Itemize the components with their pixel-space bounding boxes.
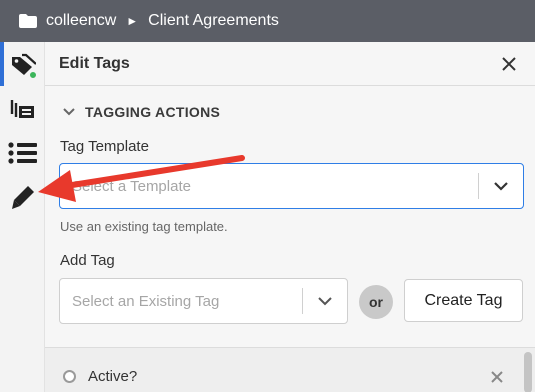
breadcrumb-bar: colleencw ► Client Agreements <box>0 0 535 42</box>
radio-button[interactable] <box>63 370 76 383</box>
edit-tags-panel: Edit Tags TAGGING ACTIONS <box>45 42 535 392</box>
existing-tag-select[interactable]: Select an Existing Tag <box>59 278 348 324</box>
scrollbar[interactable] <box>524 352 532 392</box>
remove-tag-button[interactable] <box>491 370 503 388</box>
list-item[interactable]: Active? <box>63 368 137 385</box>
chevron-down-icon[interactable] <box>303 296 347 306</box>
folder-icon <box>19 14 37 28</box>
existing-tag-placeholder: Select an Existing Tag <box>72 292 220 310</box>
icon-sidebar <box>0 42 45 392</box>
breadcrumb-current: Client Agreements <box>148 12 279 29</box>
section-toggle-tagging-actions[interactable]: TAGGING ACTIONS <box>63 104 220 120</box>
add-tag-label: Add Tag <box>60 252 115 269</box>
chevron-down-icon <box>63 108 75 116</box>
list-icon[interactable] <box>8 138 38 168</box>
tag-label: Active? <box>88 368 138 385</box>
or-separator: or <box>359 285 393 319</box>
section-title: TAGGING ACTIONS <box>85 104 221 120</box>
breadcrumb-separator: ► <box>126 14 139 28</box>
panel-title: Edit Tags <box>59 54 130 72</box>
stacked-cards-icon[interactable] <box>8 94 38 124</box>
create-tag-button[interactable]: Create Tag <box>404 279 523 322</box>
tag-template-placeholder: Select a Template <box>72 177 191 195</box>
tag-template-label: Tag Template <box>60 138 149 155</box>
panel-header: Edit Tags <box>45 42 535 86</box>
close-icon <box>502 56 516 71</box>
chevron-down-icon[interactable] <box>479 181 523 191</box>
close-icon <box>491 371 503 383</box>
breadcrumb-parent[interactable]: colleencw <box>46 12 116 30</box>
tag-template-hint: Use an existing tag template. <box>60 219 228 234</box>
tag-template-select[interactable]: Select a Template <box>59 163 524 209</box>
tag-list: Active? <box>45 347 535 392</box>
active-indicator <box>0 42 4 86</box>
close-button[interactable] <box>497 52 521 76</box>
pen-icon[interactable] <box>8 182 38 212</box>
status-dot <box>28 70 38 80</box>
